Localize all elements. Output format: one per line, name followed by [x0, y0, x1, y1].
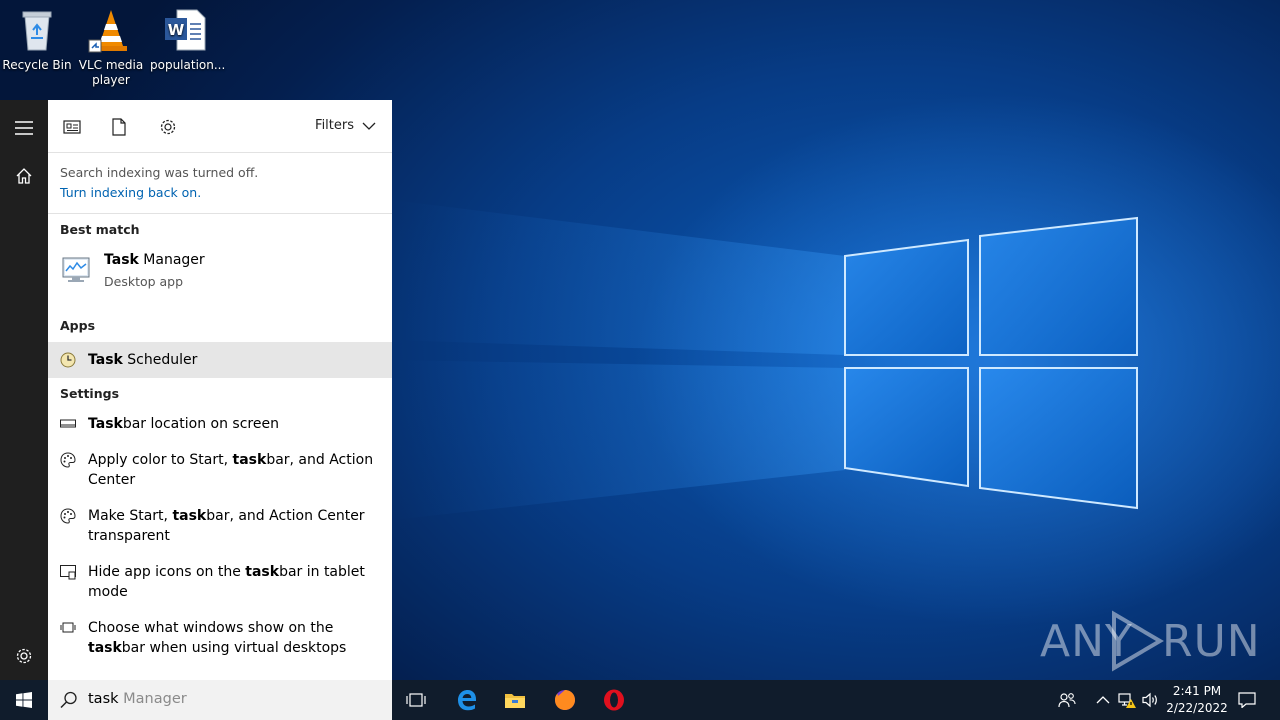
start-button[interactable] — [0, 680, 48, 720]
word-document-desktop-icon[interactable]: W population... — [150, 4, 226, 73]
edge-taskbar-button[interactable] — [443, 680, 491, 720]
volume-tray-button[interactable] — [1141, 690, 1161, 710]
network-warning-icon — [1118, 693, 1136, 708]
apps-scope-button[interactable] — [61, 116, 83, 138]
opera-taskbar-button[interactable] — [590, 680, 638, 720]
virtual-desktops-icon — [60, 622, 76, 633]
task-view-button[interactable] — [392, 680, 440, 720]
speaker-icon — [1142, 692, 1157, 708]
word-document-icon: W — [163, 6, 211, 54]
settings-scope-button[interactable] — [157, 116, 179, 138]
setting-make-transparent[interactable]: Make Start, taskbar, and Action Center t… — [48, 502, 392, 558]
settings-scope-icon — [160, 119, 176, 135]
palette-icon — [60, 452, 76, 468]
search-autocomplete-suggestion: Manager — [118, 691, 187, 707]
search-input-text[interactable]: task Manager — [88, 691, 187, 707]
indexing-notice: Search indexing was turned off. Turn ind… — [48, 153, 392, 214]
taskbar-settings-icon — [60, 419, 76, 428]
document-scope-icon — [112, 118, 126, 136]
clock-date: 2/22/2022 — [1166, 701, 1228, 715]
people-icon — [1058, 693, 1076, 708]
hamburger-icon — [15, 121, 33, 135]
watermark-text-right: RUN — [1162, 616, 1261, 667]
best-match-subtitle: Desktop app — [104, 274, 184, 289]
taskbar-clock[interactable]: 2:41 PM 2/22/2022 — [1162, 683, 1232, 717]
settings-heading: Settings — [60, 386, 120, 401]
desktop-icon-label: population... — [150, 58, 226, 72]
filters-label: Filters — [315, 118, 354, 133]
show-hidden-icons-button[interactable] — [1093, 690, 1113, 710]
chevron-up-icon — [1096, 696, 1110, 704]
start-rail — [0, 100, 48, 680]
desktop-icon-label: VLC media player — [78, 58, 144, 87]
vlc-cone-icon — [87, 6, 135, 54]
file-explorer-taskbar-button[interactable] — [491, 680, 539, 720]
file-explorer-icon — [505, 694, 525, 708]
apps-scope-icon — [63, 120, 81, 134]
clock-time: 2:41 PM — [1172, 684, 1222, 698]
setting-apply-color[interactable]: Apply color to Start, taskbar, and Actio… — [48, 446, 392, 502]
network-tray-button[interactable] — [1117, 690, 1137, 710]
turn-indexing-on-link[interactable]: Turn indexing back on. — [60, 183, 380, 203]
windows-start-icon — [16, 692, 32, 708]
setting-label: Taskbar location on screen — [88, 416, 279, 432]
recycle-bin-icon — [13, 6, 61, 54]
best-match-title: Task Manager — [104, 252, 205, 268]
filters-dropdown[interactable]: Filters — [315, 118, 376, 133]
opera-icon — [604, 689, 624, 711]
apps-heading: Apps — [60, 318, 96, 333]
indexing-off-message: Search indexing was turned off. — [60, 165, 259, 180]
search-icon — [60, 691, 77, 709]
chevron-down-icon — [362, 122, 376, 130]
play-logo-icon — [1112, 610, 1164, 672]
action-center-button[interactable] — [1237, 690, 1257, 710]
best-match-result[interactable]: Task Manager Desktop app — [48, 246, 392, 310]
people-tray-button[interactable] — [1057, 690, 1077, 710]
recycle-bin-desktop-icon[interactable]: Recycle Bin — [0, 4, 74, 73]
anyrun-watermark: ANY RUN — [1040, 610, 1260, 672]
clock-icon — [60, 352, 76, 368]
hamburger-menu-button[interactable] — [0, 104, 48, 152]
task-scheduler-result[interactable]: Task Scheduler — [48, 342, 392, 378]
settings-rail-button[interactable] — [0, 632, 48, 680]
best-match-heading: Best match — [60, 222, 140, 237]
setting-virtual-desktops[interactable]: Choose what windows show on the taskbar … — [48, 614, 392, 670]
setting-label: Hide app icons on the taskbar in tablet … — [88, 564, 365, 600]
setting-label: Apply color to Start, taskbar, and Actio… — [88, 452, 374, 488]
taskbar-search-box[interactable]: task Manager — [48, 680, 392, 720]
desktop-icon-label: Recycle Bin — [2, 58, 72, 72]
firefox-icon — [555, 690, 575, 710]
gear-icon — [16, 648, 32, 664]
tablet-mode-icon — [60, 565, 76, 580]
search-results-panel: Filters Search indexing was turned off. … — [48, 100, 392, 680]
setting-hide-app-icons[interactable]: Hide app icons on the taskbar in tablet … — [48, 558, 392, 614]
setting-label: Choose what windows show on the taskbar … — [88, 620, 347, 656]
svg-text:W: W — [168, 21, 185, 39]
task-view-icon — [406, 693, 426, 707]
setting-label: Make Start, taskbar, and Action Center t… — [88, 508, 365, 544]
home-icon — [16, 168, 32, 184]
setting-taskbar-location[interactable]: Taskbar location on screen — [48, 410, 392, 446]
notification-icon — [1238, 692, 1256, 708]
vlc-desktop-icon[interactable]: VLC media player — [74, 4, 148, 88]
task-manager-icon — [60, 254, 92, 286]
edge-icon — [458, 690, 476, 711]
palette-icon — [60, 508, 76, 524]
search-scope-bar: Filters — [48, 100, 392, 153]
firefox-taskbar-button[interactable] — [541, 680, 589, 720]
app-result-label: Task Scheduler — [88, 352, 198, 368]
home-button[interactable] — [0, 152, 48, 200]
documents-scope-button[interactable] — [108, 116, 130, 138]
